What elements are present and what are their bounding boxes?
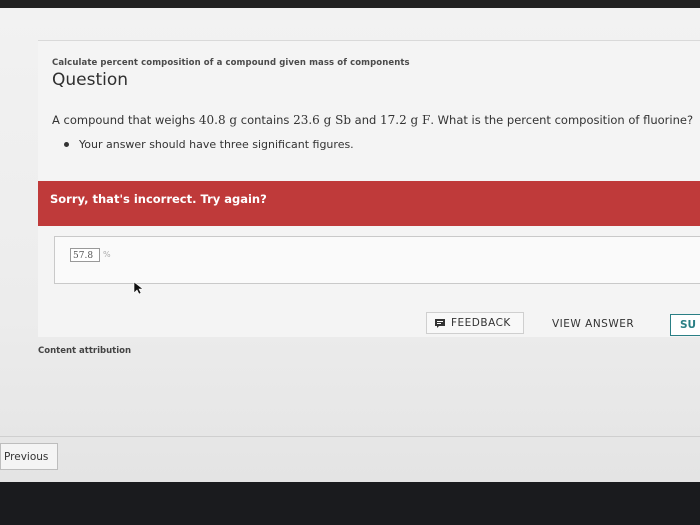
answer-area: 57.8 % — [54, 236, 700, 284]
breadcrumb: Calculate percent composition of a compo… — [52, 58, 410, 68]
previous-button[interactable]: Previous — [0, 443, 58, 470]
instruction-bullet: Your answer should have three significan… — [64, 138, 354, 151]
answer-unit: % — [103, 250, 111, 259]
mouse-cursor-icon — [133, 281, 143, 295]
question-text-prefix: A compound that weighs — [52, 113, 199, 127]
view-answer-button[interactable]: VIEW ANSWER — [552, 318, 634, 330]
page-title: Question — [52, 70, 129, 90]
question-text-mid2: and — [351, 113, 380, 127]
screen: Calculate percent composition of a compo… — [0, 0, 700, 525]
error-message: Sorry, that's incorrect. Try again? — [50, 192, 267, 206]
content-attribution-link[interactable]: Content attribution — [38, 346, 131, 356]
top-bezel — [0, 0, 700, 8]
feedback-icon — [435, 319, 445, 328]
question-text-suffix: . What is the percent composition of flu… — [430, 113, 694, 127]
divider — [0, 436, 700, 437]
question-text-mid1: contains — [237, 113, 294, 127]
bullet-icon — [64, 141, 69, 147]
error-banner: Sorry, that's incorrect. Try again? — [38, 181, 700, 226]
mass-sb: 23.6 g Sb — [293, 113, 352, 127]
mass-total: 40.8 g — [198, 113, 238, 127]
answer-input[interactable]: 57.8 — [70, 248, 100, 262]
mass-f: 17.2 g F — [379, 113, 431, 127]
feedback-label: FEEDBACK — [451, 317, 511, 329]
question-text: A compound that weighs 40.8 g contains 2… — [52, 113, 694, 127]
feedback-button[interactable]: FEEDBACK — [426, 312, 524, 334]
submit-button[interactable]: SU — [670, 314, 700, 336]
instruction-text: Your answer should have three significan… — [79, 138, 354, 151]
bottom-bezel — [0, 482, 700, 525]
